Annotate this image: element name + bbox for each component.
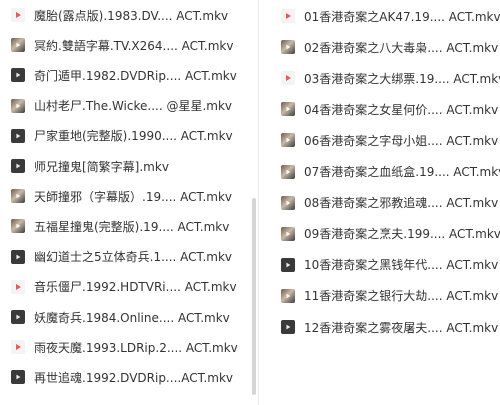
file-item[interactable]: 07香港奇案之血纸盒.19.... ACT.mkv [269, 161, 500, 183]
video-thumbnail-icon [11, 189, 25, 204]
file-name: 师兄撞鬼[简繁字幕].mkv [34, 159, 169, 174]
file-name: 08香港奇案之邪教追魂.... ACT.mkv [304, 196, 499, 211]
file-item[interactable]: 魔胎(露点版).1983.DV.... ACT.mkv [0, 4, 250, 26]
file-name: 尸家重地(完整版).1990.... ACT.mkv [34, 129, 233, 144]
file-name: 12香港奇案之雾夜屠夫.... ACT.mkv [304, 320, 499, 335]
file-item[interactable]: 天師撞邪（字幕版）.19.... ACT.mkv [0, 185, 250, 207]
video-thumbnail-icon [281, 164, 295, 179]
file-name: 04香港奇案之女星何价.... ACT.mkv [304, 102, 499, 117]
file-item[interactable]: 五福星撞鬼(完整版).19.... ACT.mkv [0, 215, 250, 237]
file-item[interactable]: 奇门遁甲.1982.DVDRip.... ACT.mkv [0, 64, 250, 86]
video-thumbnail-icon [11, 38, 25, 53]
file-item[interactable]: 12香港奇案之雾夜屠夫.... ACT.mkv [269, 316, 500, 338]
video-thumbnail-icon [281, 102, 295, 117]
video-thumbnail-icon [281, 133, 295, 148]
video-thumbnail-icon [11, 128, 25, 143]
file-name: 音乐僵尸.1992.HDTVRi.... ACT.mkv [34, 280, 237, 295]
video-thumbnail-icon [281, 320, 295, 334]
video-file-icon [11, 8, 25, 22]
video-thumbnail-icon [281, 257, 295, 272]
file-name: 奇门遁甲.1982.DVDRip.... ACT.mkv [34, 68, 237, 83]
scrollbar[interactable] [251, 0, 257, 405]
file-item[interactable]: 10香港奇案之黑钱年代.... ACT.mkv [269, 254, 500, 276]
video-thumbnail-icon [11, 68, 25, 83]
file-item[interactable]: 02香港奇案之八大毒枭.... ACT.mkv [269, 36, 500, 58]
file-name: 冥約.雙語字幕.TV.X264.... ACT.mkv [34, 38, 234, 53]
video-thumbnail-icon [281, 195, 295, 210]
file-item[interactable]: 山村老尸.The.Wicke.... @星星.mkv [0, 95, 250, 117]
file-name: 10香港奇案之黑钱年代.... ACT.mkv [304, 258, 499, 273]
file-name: 山村老尸.The.Wicke.... @星星.mkv [34, 99, 233, 114]
file-item[interactable]: 幽幻道士之5立体奇兵.1.... ACT.mkv [0, 246, 250, 268]
file-item[interactable]: 04香港奇案之女星何价.... ACT.mkv [269, 98, 500, 120]
file-item[interactable]: 尸家重地(完整版).1990.... ACT.mkv [0, 125, 250, 147]
video-thumbnail-icon [11, 159, 25, 173]
file-item[interactable]: 雨夜天魔.1993.LDRip.2.... ACT.mkv [0, 336, 250, 358]
column-divider [258, 0, 259, 405]
file-name: 五福星撞鬼(完整版).19.... ACT.mkv [34, 219, 230, 234]
file-name: 再世追魂.1992.DVDRip....ACT.mkv [34, 370, 234, 385]
file-name: 幽幻道士之5立体奇兵.1.... ACT.mkv [34, 250, 232, 265]
file-name: 02香港奇案之八大毒枭.... ACT.mkv [304, 40, 499, 55]
file-item[interactable]: 11香港奇案之银行大劫.... ACT.mkv [269, 285, 500, 307]
file-name: 雨夜天魔.1993.LDRip.2.... ACT.mkv [34, 340, 238, 355]
file-item[interactable]: 01香港奇案之AK47.19.... ACT.mkv [269, 5, 500, 27]
file-name: 03香港奇案之大绑票.19.... ACT.mkv [304, 71, 500, 86]
video-thumbnail-icon [11, 370, 25, 385]
file-item[interactable]: 03香港奇案之大绑票.19.... ACT.mkv [269, 67, 500, 89]
video-thumbnail-icon [281, 288, 295, 303]
video-file-icon [281, 9, 295, 23]
file-item[interactable]: 08香港奇案之邪教追魂.... ACT.mkv [269, 192, 500, 214]
video-thumbnail-icon [11, 249, 25, 264]
video-thumbnail-icon [11, 310, 25, 324]
video-thumbnail-icon [281, 226, 295, 241]
file-item[interactable]: 再世追魂.1992.DVDRip....ACT.mkv [0, 366, 250, 388]
file-item[interactable]: 师兄撞鬼[简繁字幕].mkv [0, 155, 250, 177]
file-name: 09香港奇案之烹夫.199.... ACT.mkv [304, 227, 500, 242]
video-file-icon [281, 71, 295, 86]
scrollbar-thumb[interactable] [252, 198, 256, 395]
file-name: 01香港奇案之AK47.19.... ACT.mkv [304, 9, 500, 24]
file-item[interactable]: 09香港奇案之烹夫.199.... ACT.mkv [269, 223, 500, 245]
file-name: 魔胎(露点版).1983.DV.... ACT.mkv [34, 8, 229, 23]
file-name: 07香港奇案之血纸盒.19.... ACT.mkv [304, 165, 500, 179]
video-thumbnail-icon [11, 219, 25, 234]
video-thumbnail-icon [11, 98, 25, 113]
video-thumbnail-icon [281, 40, 295, 55]
video-file-icon [11, 340, 25, 355]
file-item[interactable]: 06香港奇案之字母小姐.... ACT.mkv [269, 129, 500, 151]
file-name: 天師撞邪（字幕版）.19.... ACT.mkv [34, 189, 232, 204]
file-item[interactable]: 妖魔奇兵.1984.Online.... ACT.mkv [0, 306, 250, 328]
file-item[interactable]: 冥約.雙語字幕.TV.X264.... ACT.mkv [0, 34, 250, 56]
file-name: 06香港奇案之字母小姐.... ACT.mkv [304, 133, 499, 148]
file-name: 11香港奇案之银行大劫.... ACT.mkv [304, 289, 499, 304]
file-item[interactable]: 音乐僵尸.1992.HDTVRi.... ACT.mkv [0, 276, 250, 298]
video-file-icon [11, 279, 25, 294]
file-name: 妖魔奇兵.1984.Online.... ACT.mkv [34, 310, 230, 325]
